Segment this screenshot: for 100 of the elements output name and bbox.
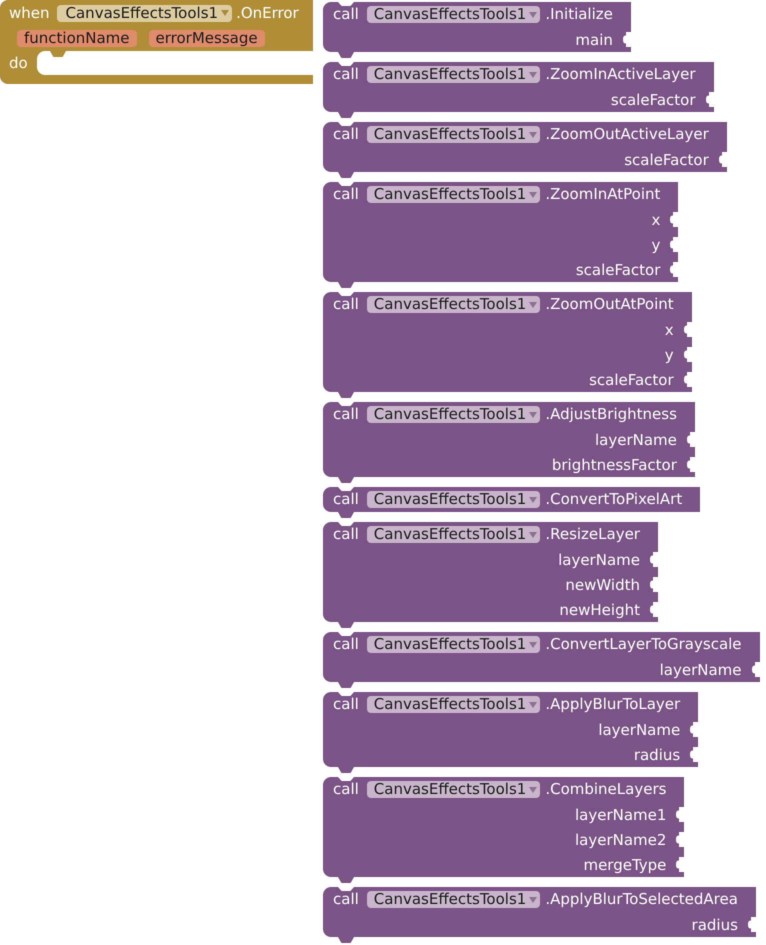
input-socket-icon <box>686 432 695 447</box>
argument-label: x <box>664 322 674 338</box>
component-dropdown[interactable]: CanvasEffectsTools1 <box>366 296 540 313</box>
block-keyword: call <box>333 492 359 507</box>
input-socket-icon <box>684 322 692 337</box>
block-keyword: call <box>333 67 359 82</box>
block-keyword: call <box>333 297 359 312</box>
argument-label: layerName1 <box>574 806 666 822</box>
connector-tab-icon <box>338 52 354 58</box>
method-call-block[interactable]: call CanvasEffectsTools1 .AdjustBrightness layerName brightnessFactor <box>323 402 695 477</box>
connector-notch-icon <box>338 692 354 696</box>
dropdown-arrow-icon <box>529 12 538 18</box>
component-dropdown[interactable]: CanvasEffectsTools1 <box>366 406 540 423</box>
event-parameter[interactable]: errorMessage <box>148 30 265 46</box>
connector-tab-icon <box>338 172 354 178</box>
connector-notch-icon <box>338 182 354 186</box>
component-dropdown[interactable]: CanvasEffectsTools1 <box>366 526 540 543</box>
dropdown-arrow-icon <box>529 412 538 418</box>
component-dropdown[interactable]: CanvasEffectsTools1 <box>366 66 540 83</box>
component-dropdown[interactable]: CanvasEffectsTools1 <box>366 186 540 203</box>
block-keyword: call <box>333 127 359 142</box>
connector-notch-icon <box>338 122 354 126</box>
dropdown-arrow-icon <box>529 786 538 792</box>
dropdown-arrow-icon <box>529 896 538 902</box>
input-socket-icon <box>706 92 714 107</box>
method-name: .ConvertToPixelArt <box>545 492 682 507</box>
argument-label: newHeight <box>559 602 640 618</box>
method-name: .ApplyBlurToLayer <box>545 697 680 712</box>
method-name: .ZoomOutActiveLayer <box>545 127 709 142</box>
argument-label: scaleFactor <box>589 372 674 388</box>
connector-notch-icon <box>338 632 354 636</box>
component-dropdown[interactable]: CanvasEffectsTools1 <box>366 126 540 143</box>
argument-label: mergeType <box>583 856 666 872</box>
block-keyword: call <box>333 527 359 542</box>
method-call-block[interactable]: call CanvasEffectsTools1 .CombineLayers layerName1 layerName2 mergeType <box>323 777 684 877</box>
argument-label: layerName <box>660 662 742 678</box>
argument-label: radius <box>692 916 738 932</box>
method-call-block[interactable]: call CanvasEffectsTools1 .ZoomInActiveLayer scaleFactor <box>323 62 714 112</box>
method-name: .CombineLayers <box>545 782 666 797</box>
argument-label: scaleFactor <box>576 262 660 278</box>
dropdown-arrow-icon <box>529 642 538 648</box>
method-call-block[interactable]: call CanvasEffectsTools1 .ZoomOutActiveLayer scaleFactor <box>323 122 727 172</box>
argument-label: layerName <box>558 552 640 568</box>
component-dropdown[interactable]: CanvasEffectsTools1 <box>366 6 540 23</box>
input-socket-icon <box>690 747 698 762</box>
method-call-block[interactable]: call CanvasEffectsTools1 .ApplyBlurToLayer layerName radius <box>323 692 698 767</box>
input-socket-icon <box>748 917 756 932</box>
input-socket-icon <box>650 577 658 592</box>
argument-label: scaleFactor <box>624 152 709 168</box>
argument-label: y <box>664 346 674 362</box>
method-call-block[interactable]: call CanvasEffectsTools1 .ApplyBlurToSelectedArea radius <box>323 887 756 937</box>
argument-label: x <box>652 212 660 228</box>
connector-tab-icon <box>338 477 354 483</box>
argument-label: layerName2 <box>574 832 666 848</box>
method-name: .AdjustBrightness <box>545 407 677 422</box>
argument-label: main <box>575 32 613 48</box>
block-keyword: call <box>333 782 359 797</box>
argument-label: brightnessFactor <box>552 456 677 472</box>
method-call-block[interactable]: call CanvasEffectsTools1 .Initialize main <box>323 2 631 52</box>
connector-tab-icon <box>338 112 354 118</box>
connector-notch-icon <box>338 887 354 891</box>
event-name: .OnError <box>236 5 299 21</box>
block-keyword: call <box>333 187 359 202</box>
dropdown-arrow-icon <box>529 132 538 138</box>
input-socket-icon <box>718 152 727 167</box>
input-socket-icon <box>670 262 678 277</box>
method-call-block[interactable]: call CanvasEffectsTools1 .ZoomOutAtPoint x y scaleFactor <box>323 292 692 392</box>
method-call-block[interactable]: call CanvasEffectsTools1 .ZoomInAtPoint x y scaleFactor <box>323 182 678 282</box>
event-parameter[interactable]: functionName <box>17 30 137 46</box>
input-socket-icon <box>684 372 692 387</box>
connector-notch-icon <box>338 777 354 781</box>
method-call-block[interactable]: call CanvasEffectsTools1 .ResizeLayer layerName newWidth newHeight <box>323 522 658 622</box>
input-socket-icon <box>690 722 698 737</box>
input-socket-icon <box>670 212 678 227</box>
connector-tab-icon <box>338 282 354 288</box>
dropdown-arrow-icon <box>529 702 538 708</box>
input-socket-icon <box>752 662 760 677</box>
component-dropdown[interactable]: CanvasEffectsTools1 <box>366 696 540 713</box>
component-dropdown[interactable]: CanvasEffectsTools1 <box>366 491 540 508</box>
method-call-block[interactable]: call CanvasEffectsTools1 .ConvertLayerToGrayscale layerName <box>323 632 760 682</box>
component-dropdown[interactable]: CanvasEffectsTools1 <box>366 636 540 653</box>
block-keyword: call <box>333 407 359 422</box>
dropdown-arrow-icon <box>529 72 538 78</box>
component-dropdown[interactable]: CanvasEffectsTools1 <box>366 891 540 908</box>
component-dropdown[interactable]: CanvasEffectsTools1 <box>366 781 540 798</box>
input-socket-icon <box>670 237 678 252</box>
argument-label: layerName <box>598 722 680 738</box>
argument-label: y <box>652 236 660 252</box>
argument-label: scaleFactor <box>610 92 696 108</box>
connector-tab-icon <box>338 767 354 773</box>
component-dropdown[interactable]: CanvasEffectsTools1 <box>56 4 232 22</box>
input-socket-icon <box>650 602 658 617</box>
block-keyword: call <box>333 637 359 652</box>
connector-tab-icon <box>338 682 354 688</box>
event-block[interactable]: when CanvasEffectsTools1 .OnError functionName errorMessage do <box>0 0 313 84</box>
connector-notch-icon <box>338 402 354 406</box>
block-keyword: call <box>333 697 359 712</box>
input-socket-icon <box>676 807 684 822</box>
method-name: .ZoomInActiveLayer <box>545 67 696 82</box>
dropdown-arrow-icon <box>529 302 538 308</box>
